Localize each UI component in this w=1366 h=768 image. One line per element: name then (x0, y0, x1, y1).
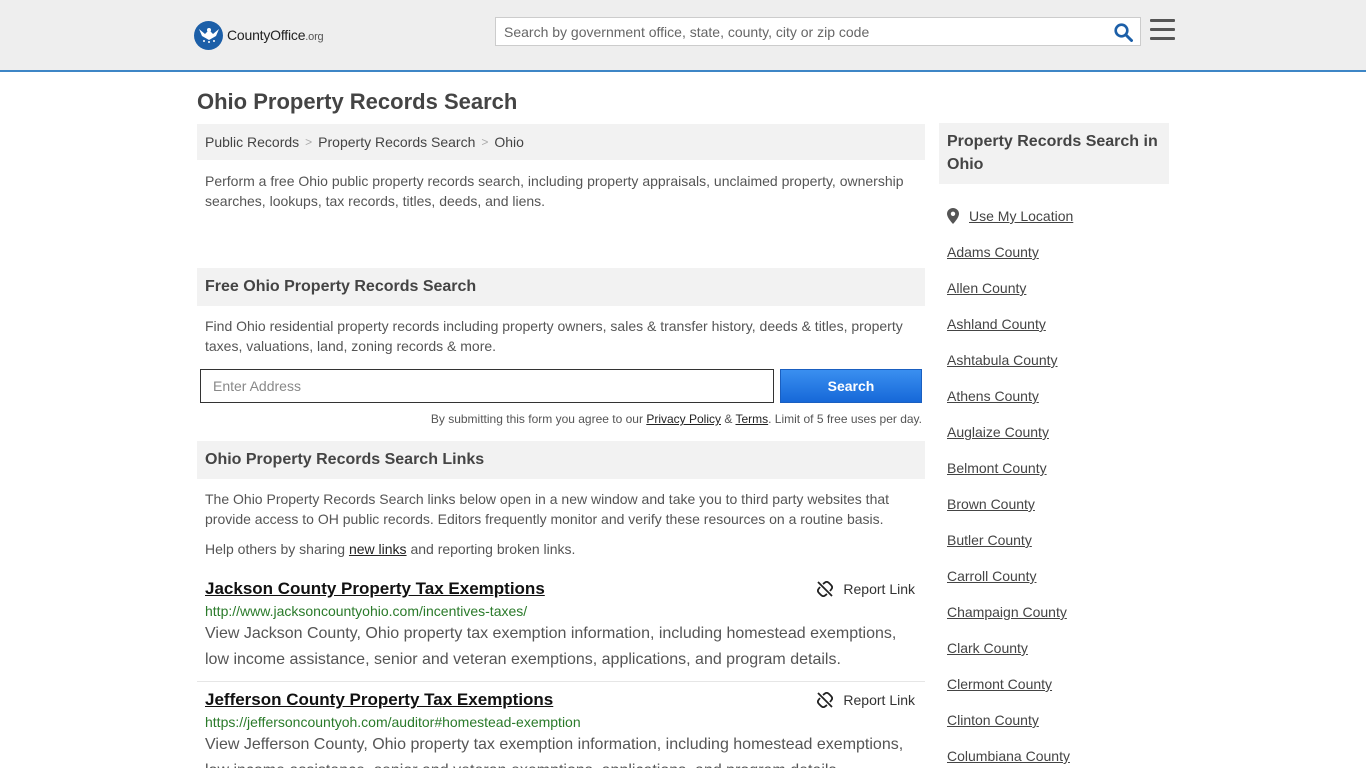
report-link-button[interactable]: Report Link (817, 581, 915, 597)
use-my-location-item: Use My Location (939, 198, 1169, 234)
sidebar-item-county: Clermont County (939, 666, 1169, 702)
breadcrumb-ohio[interactable]: Ohio (494, 134, 524, 150)
use-my-location-link[interactable]: Use My Location (969, 208, 1073, 224)
county-link[interactable]: Athens County (947, 388, 1039, 404)
breadcrumb: Public Records > Property Records Search… (197, 124, 925, 160)
sidebar-heading: Property Records Search in Ohio (939, 123, 1169, 184)
site-search-input[interactable] (496, 18, 1106, 45)
resource-link-title[interactable]: Jackson County Property Tax Exemptions (205, 579, 545, 599)
sidebar-item-county: Ashtabula County (939, 342, 1169, 378)
report-link-button[interactable]: Report Link (817, 692, 915, 708)
intro-text: Perform a free Ohio public property reco… (205, 173, 904, 209)
sidebar-item-county: Clinton County (939, 702, 1169, 738)
terms-link[interactable]: Terms (735, 412, 768, 426)
site-logo[interactable]: CountyOffice.org (194, 20, 324, 50)
sidebar: Property Records Search in Ohio Use My L… (939, 123, 1169, 768)
address-input[interactable] (200, 369, 774, 403)
sidebar-item-county: Ashland County (939, 306, 1169, 342)
main-content: Public Records > Property Records Search… (197, 124, 925, 768)
broken-link-icon (817, 581, 834, 597)
form-disclaimer: By submitting this form you agree to our… (430, 412, 922, 426)
sidebar-item-county: Belmont County (939, 450, 1169, 486)
sidebar-item-county: Auglaize County (939, 414, 1169, 450)
logo-text: CountyOffice.org (227, 27, 324, 43)
county-link[interactable]: Ashtabula County (947, 352, 1058, 368)
sidebar-item-county: Allen County (939, 270, 1169, 306)
site-search (495, 17, 1141, 46)
county-link[interactable]: Carroll County (947, 568, 1036, 584)
free-search-heading: Free Ohio Property Records Search (197, 268, 925, 306)
links-heading: Ohio Property Records Search Links (197, 441, 925, 479)
links-description: The Ohio Property Records Search links b… (205, 491, 890, 527)
eagle-seal-icon (194, 20, 223, 50)
sidebar-item-county: Athens County (939, 378, 1169, 414)
resource-url: http://www.jacksoncountyohio.com/incenti… (205, 603, 528, 619)
county-link[interactable]: Brown County (947, 496, 1035, 512)
chevron-right-icon: > (305, 135, 313, 149)
county-link[interactable]: Belmont County (947, 460, 1047, 476)
breadcrumb-property-records-search[interactable]: Property Records Search (318, 134, 475, 150)
resource-link-title[interactable]: Jefferson County Property Tax Exemptions (205, 690, 553, 710)
privacy-policy-link[interactable]: Privacy Policy (646, 412, 721, 426)
sidebar-item-county: Carroll County (939, 558, 1169, 594)
search-icon[interactable] (1112, 22, 1134, 42)
county-link[interactable]: Champaign County (947, 604, 1067, 620)
county-list: Use My Location Adams County Allen Count… (939, 198, 1169, 768)
sidebar-item-county: Clark County (939, 630, 1169, 666)
county-link[interactable]: Columbiana County (947, 748, 1070, 764)
resource-description: View Jackson County, Ohio property tax e… (205, 625, 897, 668)
county-link[interactable]: Allen County (947, 280, 1026, 296)
address-search-button[interactable]: Search (780, 369, 922, 403)
sidebar-item-county: Brown County (939, 486, 1169, 522)
chevron-right-icon: > (481, 135, 489, 149)
list-item: Jackson County Property Tax Exemptions R… (197, 571, 925, 682)
broken-link-icon (817, 692, 834, 708)
resource-description: View Jefferson County, Ohio property tax… (205, 736, 904, 768)
county-link[interactable]: Butler County (947, 532, 1032, 548)
breadcrumb-public-records[interactable]: Public Records (205, 134, 299, 150)
hamburger-menu-icon[interactable] (1150, 19, 1175, 41)
county-link[interactable]: Clinton County (947, 712, 1039, 728)
free-search-text: Find Ohio residential property records i… (205, 318, 903, 354)
site-header: CountyOffice.org (0, 0, 1366, 72)
list-item: Jefferson County Property Tax Exemptions… (197, 682, 925, 768)
sidebar-item-county: Champaign County (939, 594, 1169, 630)
map-pin-icon (947, 208, 959, 224)
sidebar-item-county: Columbiana County (939, 738, 1169, 768)
county-link[interactable]: Ashland County (947, 316, 1046, 332)
county-link[interactable]: Adams County (947, 244, 1039, 260)
sidebar-item-county: Adams County (939, 234, 1169, 270)
county-link[interactable]: Clark County (947, 640, 1028, 656)
sidebar-item-county: Butler County (939, 522, 1169, 558)
address-search-form: Search (197, 369, 925, 403)
resource-url: https://jeffersoncountyoh.com/auditor#ho… (205, 714, 581, 730)
county-link[interactable]: Clermont County (947, 676, 1052, 692)
county-link[interactable]: Auglaize County (947, 424, 1049, 440)
page-title: Ohio Property Records Search (197, 89, 518, 114)
help-sharing-text: Help others by sharing new links and rep… (205, 541, 576, 557)
new-links-link[interactable]: new links (349, 541, 407, 557)
